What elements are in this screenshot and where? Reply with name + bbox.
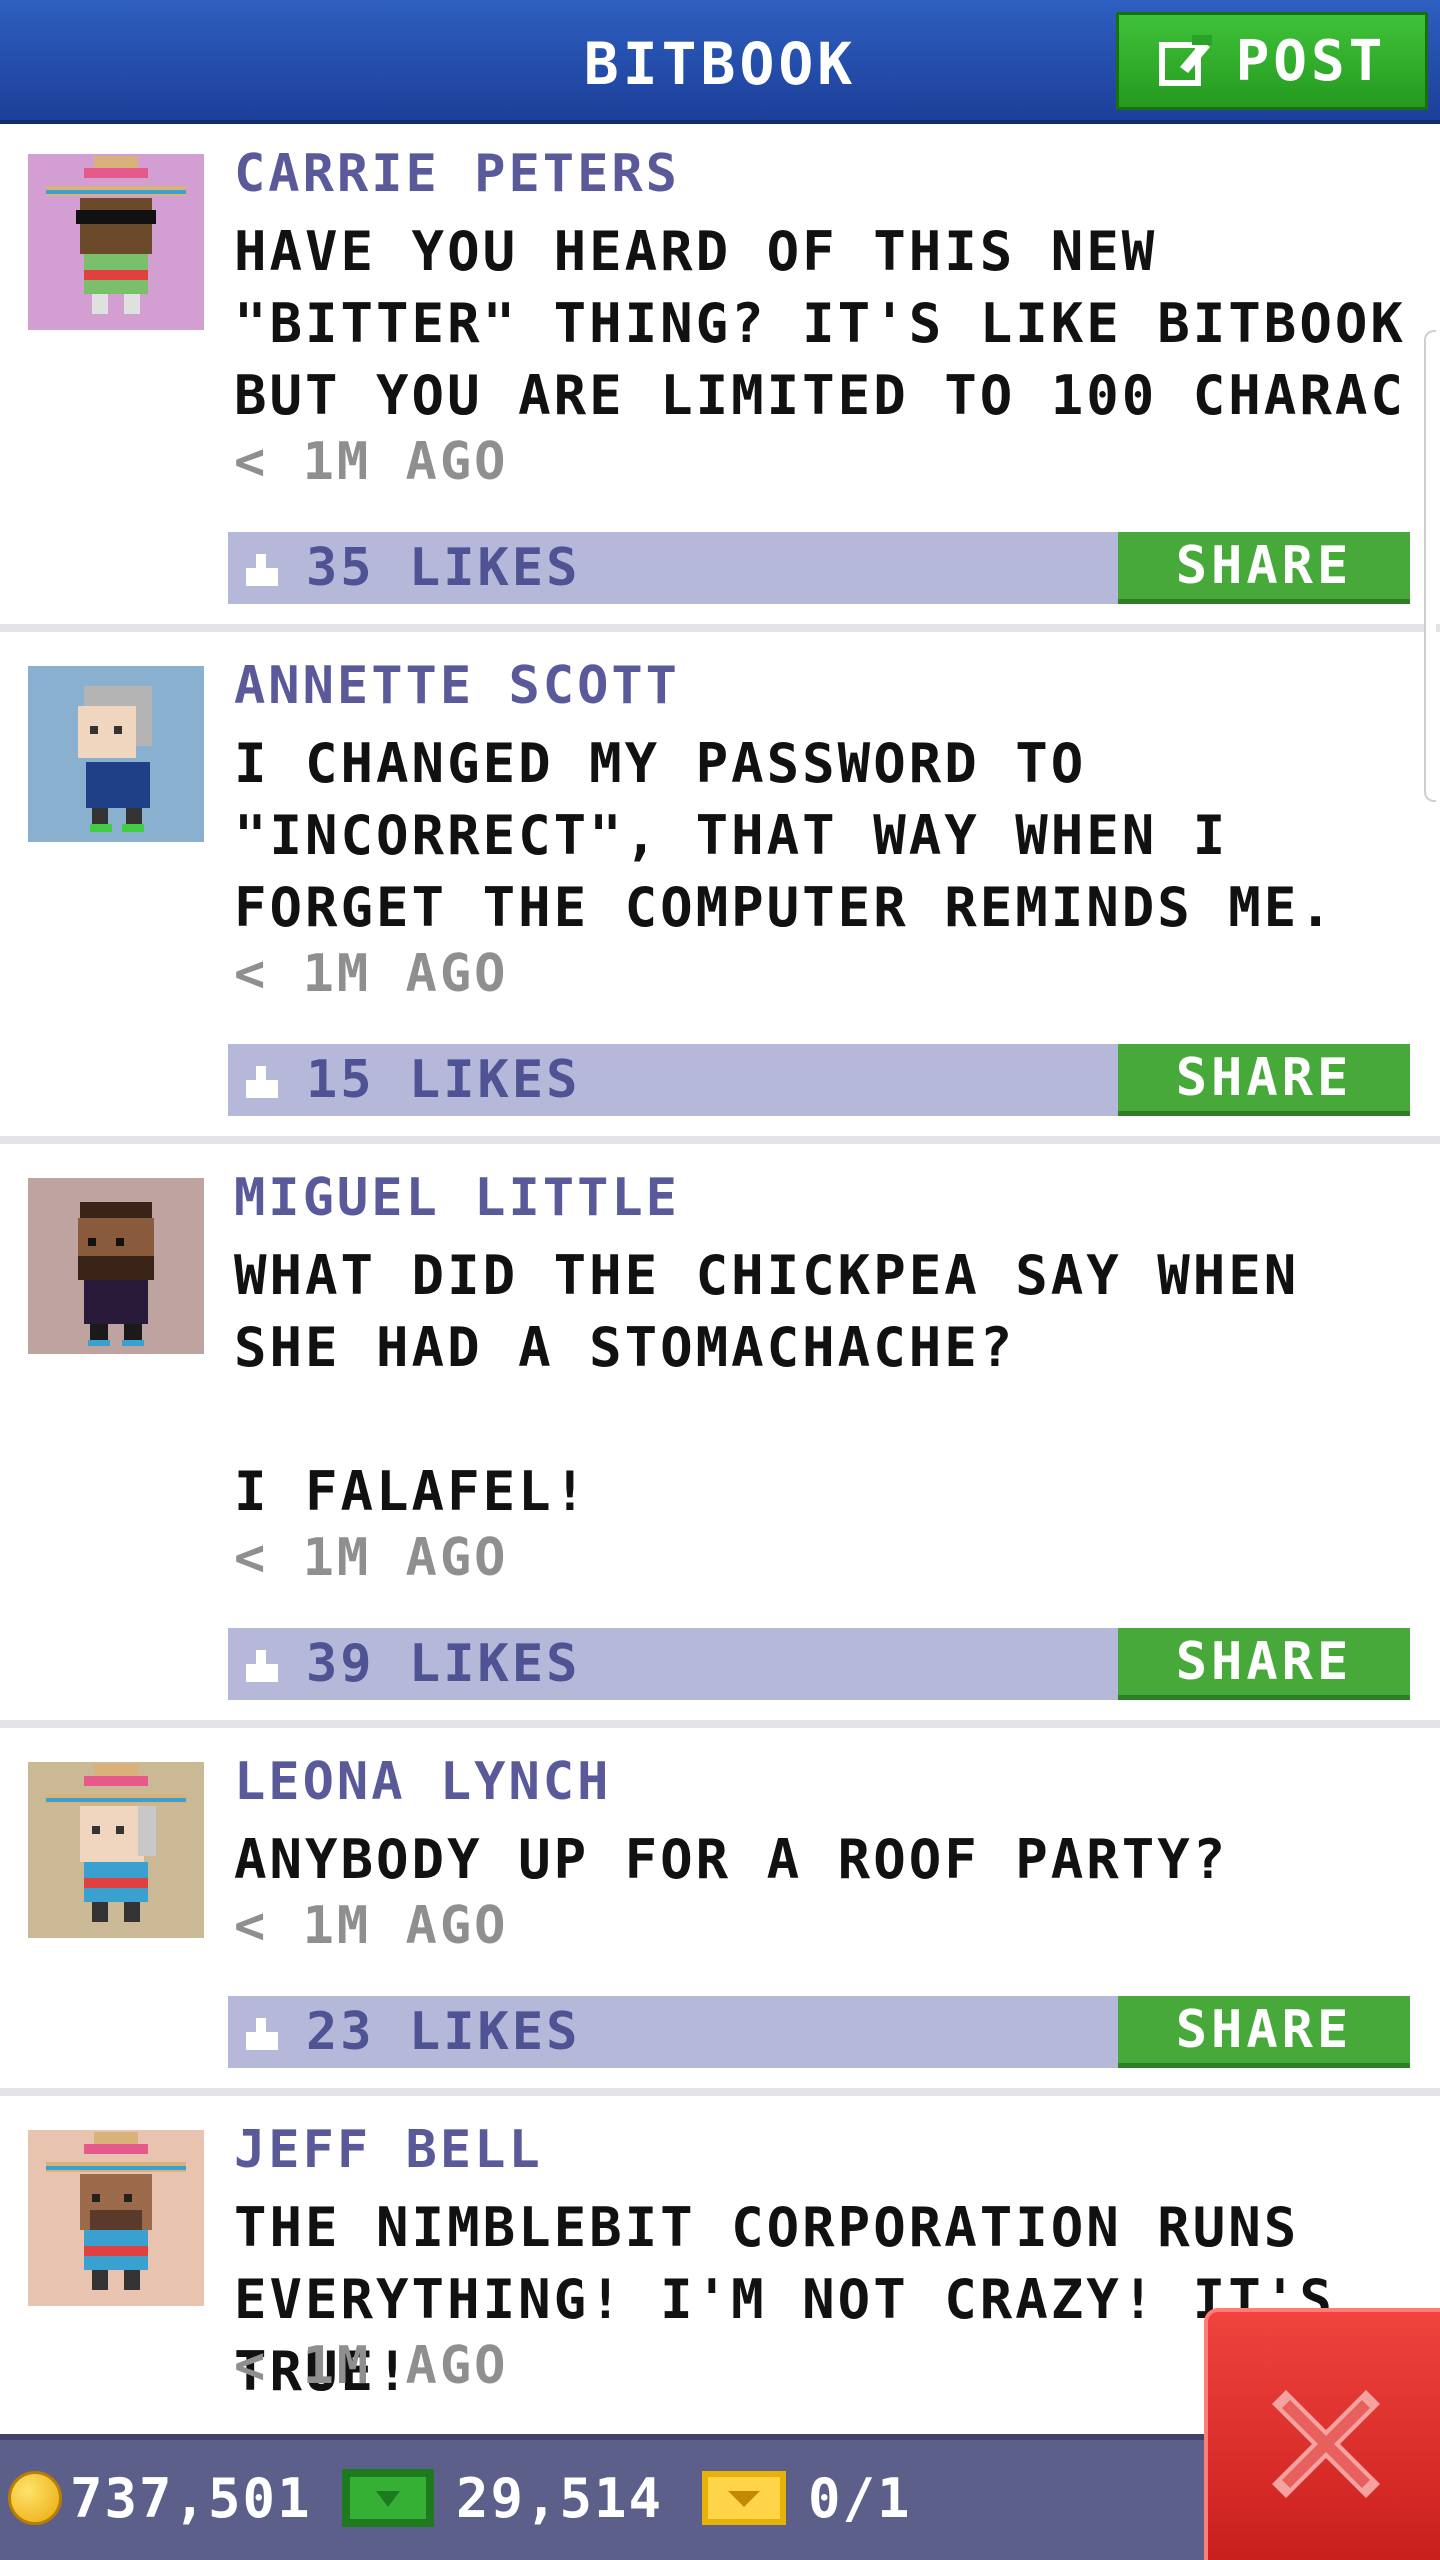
post-author[interactable]: LEONA LYNCH: [234, 1752, 611, 1812]
post-message: HAVE YOU HEARD OF THIS NEW "BITTER" THIN…: [234, 220, 1440, 427]
avatar-sombrero-sunglasses-icon: [46, 156, 186, 314]
coins-value: 737,501: [70, 2466, 312, 2530]
post-time: < 1M AGO: [234, 2336, 509, 2396]
likes-count[interactable]: 15 LIKES: [306, 1050, 580, 1110]
coin-icon: [8, 2471, 62, 2525]
avatar[interactable]: [28, 1178, 204, 1354]
post-time: < 1M AGO: [234, 432, 509, 492]
bux-icon: [342, 2469, 434, 2527]
avatar-sombrero-woman-icon: [46, 1764, 186, 1922]
avatar-bearded-man-icon: [78, 1202, 154, 1346]
bitbook-screen: BITBOOK POST CARRIE PETERS HAVE YOU HEAR…: [0, 0, 1440, 2560]
post-button[interactable]: POST: [1116, 12, 1428, 110]
post-author[interactable]: CARRIE PETERS: [234, 144, 680, 204]
avatar[interactable]: [28, 2130, 204, 2306]
compose-icon: [1158, 35, 1212, 86]
scrollbar[interactable]: [1424, 330, 1436, 802]
avatar-grey-hair-icon: [78, 686, 152, 832]
like-hand-icon: [246, 2018, 278, 2050]
likes-count[interactable]: 23 LIKES: [306, 2002, 580, 2062]
like-hand-icon: [246, 1650, 278, 1682]
feed-post: MIGUEL LITTLE WHAT DID THE CHICKPEA SAY …: [0, 1148, 1440, 1732]
avatar[interactable]: [28, 1762, 204, 1938]
feed-post: ANNETTE SCOTT I CHANGED MY PASSWORD TO "…: [0, 636, 1440, 1148]
post-message: ANYBODY UP FOR A ROOF PARTY?: [234, 1828, 1229, 1891]
like-hand-icon: [246, 1066, 278, 1098]
likes-bar: 35 LIKES SHARE: [228, 532, 1410, 604]
post-divider: [0, 2088, 1440, 2096]
share-button[interactable]: SHARE: [1118, 1044, 1410, 1116]
post-time: < 1M AGO: [234, 944, 509, 1004]
post-message: WHAT DID THE CHICKPEA SAY WHEN SHE HAD A…: [234, 1244, 1300, 1523]
post-author[interactable]: MIGUEL LITTLE: [234, 1168, 680, 1228]
post-message: I CHANGED MY PASSWORD TO "INCORRECT", TH…: [234, 732, 1335, 939]
ticket-icon: [702, 2471, 786, 2525]
feed-post: CARRIE PETERS HAVE YOU HEARD OF THIS NEW…: [0, 124, 1440, 632]
share-button[interactable]: SHARE: [1118, 1996, 1410, 2068]
likes-count[interactable]: 35 LIKES: [306, 538, 580, 598]
feed-post: LEONA LYNCH ANYBODY UP FOR A ROOF PARTY?…: [0, 1732, 1440, 2100]
like-hand-icon: [246, 554, 278, 586]
feed-list[interactable]: CARRIE PETERS HAVE YOU HEARD OF THIS NEW…: [0, 124, 1440, 2436]
header-bar: BITBOOK POST: [0, 0, 1440, 124]
post-time: < 1M AGO: [234, 1896, 509, 1956]
page-title: BITBOOK: [583, 30, 857, 98]
avatar[interactable]: [28, 666, 204, 842]
post-divider: [0, 1720, 1440, 1728]
post-author[interactable]: JEFF BELL: [234, 2120, 543, 2180]
avatar[interactable]: [28, 154, 204, 330]
tickets-value: 0/1: [808, 2466, 912, 2530]
likes-bar: 39 LIKES SHARE: [228, 1628, 1410, 1700]
post-button-label: POST: [1235, 28, 1387, 94]
share-button[interactable]: SHARE: [1118, 1628, 1410, 1700]
share-button[interactable]: SHARE: [1118, 532, 1410, 604]
post-time: < 1M AGO: [234, 1528, 509, 1588]
likes-bar: 23 LIKES SHARE: [228, 1996, 1410, 2068]
post-divider: [0, 624, 1440, 632]
bux-value: 29,514: [456, 2466, 664, 2530]
close-button[interactable]: [1204, 2308, 1440, 2560]
avatar-sombrero-man-icon: [46, 2132, 186, 2290]
bux-stat: 29,514: [340, 2462, 663, 2534]
likes-bar: 15 LIKES SHARE: [228, 1044, 1410, 1116]
post-divider: [0, 1136, 1440, 1144]
post-author[interactable]: ANNETTE SCOTT: [234, 656, 680, 716]
close-icon: [1272, 2390, 1380, 2498]
likes-count[interactable]: 39 LIKES: [306, 1634, 580, 1694]
coins-stat: 737,501: [8, 2462, 312, 2534]
tickets-stat: 0/1: [700, 2462, 912, 2534]
